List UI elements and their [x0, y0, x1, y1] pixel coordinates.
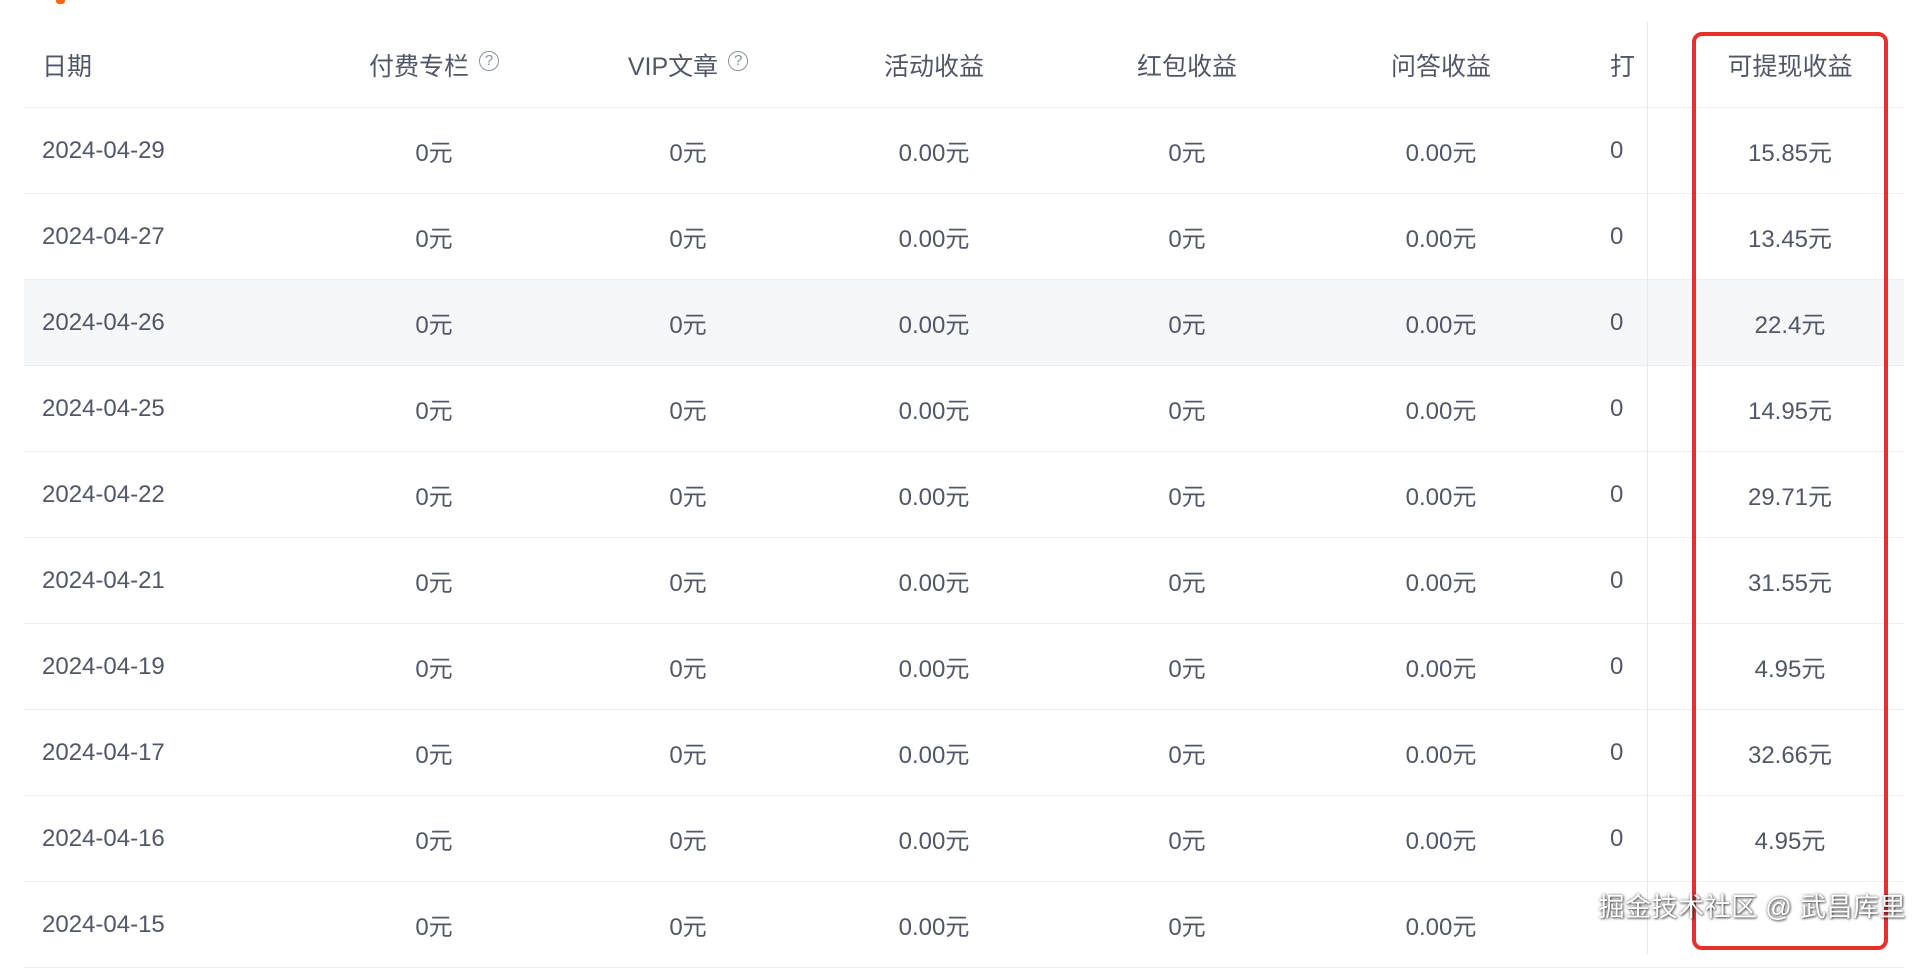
cell-tip: 0 — [1610, 738, 1624, 766]
cell-paid-column: 0元 — [415, 828, 453, 855]
header-tip: 打 — [1610, 52, 1636, 81]
cell-vip-article: 0元 — [669, 140, 707, 167]
watermark: 掘金技术社区 @ 武昌库里 — [1598, 892, 1906, 922]
cell-qa: 0.00元 — [1405, 484, 1477, 511]
cell-date: 2024-04-16 — [42, 824, 165, 852]
table-row[interactable]: 2024-04-22 0元 0元 0.00元 0元 0.00元 0 29.71元 — [24, 452, 1904, 538]
cell-activity: 0.00元 — [898, 312, 970, 339]
table-row[interactable]: 2024-04-19 0元 0元 0.00元 0元 0.00元 0 4.95元 — [24, 624, 1904, 710]
cell-vip-article: 0元 — [669, 312, 707, 339]
cell-date: 2024-04-22 — [42, 480, 165, 508]
cell-activity: 0.00元 — [898, 140, 970, 167]
header-activity: 活动收益 — [883, 52, 984, 81]
table-row[interactable]: 2024-04-26 0元 0元 0.00元 0元 0.00元 0 22.4元 — [24, 280, 1904, 366]
earnings-table: 日期 付费专栏 ? VIP文章 ? 活动收益 红包收益 问答收益 打 可提现收益… — [24, 22, 1904, 968]
cell-tip: 0 — [1610, 394, 1624, 422]
header-date: 日期 — [42, 52, 93, 81]
cell-vip-article: 0元 — [669, 484, 707, 511]
header-paid-column-label: 付费专栏 — [368, 52, 469, 81]
cell-vip-article: 0元 — [669, 226, 707, 253]
cell-activity: 0.00元 — [898, 570, 970, 597]
fixed-column-divider — [1647, 22, 1648, 954]
cell-qa: 0.00元 — [1405, 398, 1477, 425]
cell-red-packet: 0元 — [1168, 914, 1206, 941]
cell-red-packet: 0元 — [1168, 656, 1206, 683]
cell-activity: 0.00元 — [898, 656, 970, 683]
cell-qa: 0.00元 — [1405, 656, 1477, 683]
header-red-packet: 红包收益 — [1136, 52, 1237, 81]
cell-date: 2024-04-21 — [42, 566, 165, 594]
cell-vip-article: 0元 — [669, 656, 707, 683]
cell-paid-column: 0元 — [415, 140, 453, 167]
header-vip-article-label: VIP文章 — [627, 52, 719, 81]
cell-activity: 0.00元 — [898, 742, 970, 769]
table-row[interactable]: 2024-04-29 0元 0元 0.00元 0元 0.00元 0 15.85元 — [24, 108, 1904, 194]
cell-paid-column: 0元 — [415, 484, 453, 511]
cell-date: 2024-04-29 — [42, 136, 165, 164]
cell-tip: 0 — [1610, 222, 1624, 250]
cell-paid-column: 0元 — [415, 570, 453, 597]
cell-qa: 0.00元 — [1405, 570, 1477, 597]
header-vip-article: VIP文章 ? — [598, 22, 778, 107]
cell-vip-article: 0元 — [669, 398, 707, 425]
table-row[interactable]: 2024-04-27 0元 0元 0.00元 0元 0.00元 0 13.45元 — [24, 194, 1904, 280]
cell-qa: 0.00元 — [1405, 914, 1477, 941]
cell-date: 2024-04-15 — [42, 910, 165, 938]
cell-red-packet: 0元 — [1168, 828, 1206, 855]
question-circle-icon[interactable]: ? — [479, 50, 499, 71]
cell-date: 2024-04-26 — [42, 308, 165, 336]
cell-tip: 0 — [1610, 652, 1624, 680]
cell-tip: 0 — [1610, 136, 1624, 164]
cell-vip-article: 0元 — [669, 914, 707, 941]
cell-date: 2024-04-19 — [42, 652, 165, 680]
cell-paid-column: 0元 — [415, 742, 453, 769]
cell-tip: 0 — [1610, 824, 1624, 852]
question-circle-icon[interactable]: ? — [728, 50, 749, 71]
table-row[interactable]: 2024-04-17 0元 0元 0.00元 0元 0.00元 0 32.66元 — [24, 710, 1904, 796]
cell-tip: 0 — [1610, 480, 1624, 508]
cell-activity: 0.00元 — [898, 484, 970, 511]
cell-red-packet: 0元 — [1168, 140, 1206, 167]
highlight-box — [1692, 32, 1888, 950]
table-row[interactable]: 2024-04-16 0元 0元 0.00元 0元 0.00元 0 4.95元 — [24, 796, 1904, 882]
cell-red-packet: 0元 — [1168, 226, 1206, 253]
cell-activity: 0.00元 — [898, 226, 970, 253]
accent-marker — [56, 0, 65, 4]
table-row[interactable]: 2024-04-25 0元 0元 0.00元 0元 0.00元 0 14.95元 — [24, 366, 1904, 452]
cell-vip-article: 0元 — [669, 742, 707, 769]
cell-red-packet: 0元 — [1168, 398, 1206, 425]
cell-qa: 0.00元 — [1405, 312, 1477, 339]
cell-activity: 0.00元 — [898, 828, 970, 855]
cell-paid-column: 0元 — [415, 914, 453, 941]
header-paid-column: 付费专栏 ? — [344, 22, 524, 107]
cell-paid-column: 0元 — [415, 312, 453, 339]
cell-vip-article: 0元 — [669, 570, 707, 597]
table-row[interactable]: 2024-04-21 0元 0元 0.00元 0元 0.00元 0 31.55元 — [24, 538, 1904, 624]
cell-red-packet: 0元 — [1168, 570, 1206, 597]
cell-date: 2024-04-17 — [42, 738, 165, 766]
cell-qa: 0.00元 — [1405, 828, 1477, 855]
cell-vip-article: 0元 — [669, 828, 707, 855]
cell-paid-column: 0元 — [415, 226, 453, 253]
cell-paid-column: 0元 — [415, 656, 453, 683]
cell-activity: 0.00元 — [898, 398, 970, 425]
cell-qa: 0.00元 — [1405, 140, 1477, 167]
cell-red-packet: 0元 — [1168, 742, 1206, 769]
cell-tip: 0 — [1610, 308, 1624, 336]
cell-date: 2024-04-25 — [42, 394, 165, 422]
cell-red-packet: 0元 — [1168, 312, 1206, 339]
header-qa: 问答收益 — [1390, 52, 1491, 81]
cell-paid-column: 0元 — [415, 398, 453, 425]
cell-qa: 0.00元 — [1405, 226, 1477, 253]
cell-date: 2024-04-27 — [42, 222, 165, 250]
cell-qa: 0.00元 — [1405, 742, 1477, 769]
cell-red-packet: 0元 — [1168, 484, 1206, 511]
table-header-row: 日期 付费专栏 ? VIP文章 ? 活动收益 红包收益 问答收益 打 可提现收益 — [24, 22, 1904, 108]
cell-activity: 0.00元 — [898, 914, 970, 941]
cell-tip: 0 — [1610, 566, 1624, 594]
